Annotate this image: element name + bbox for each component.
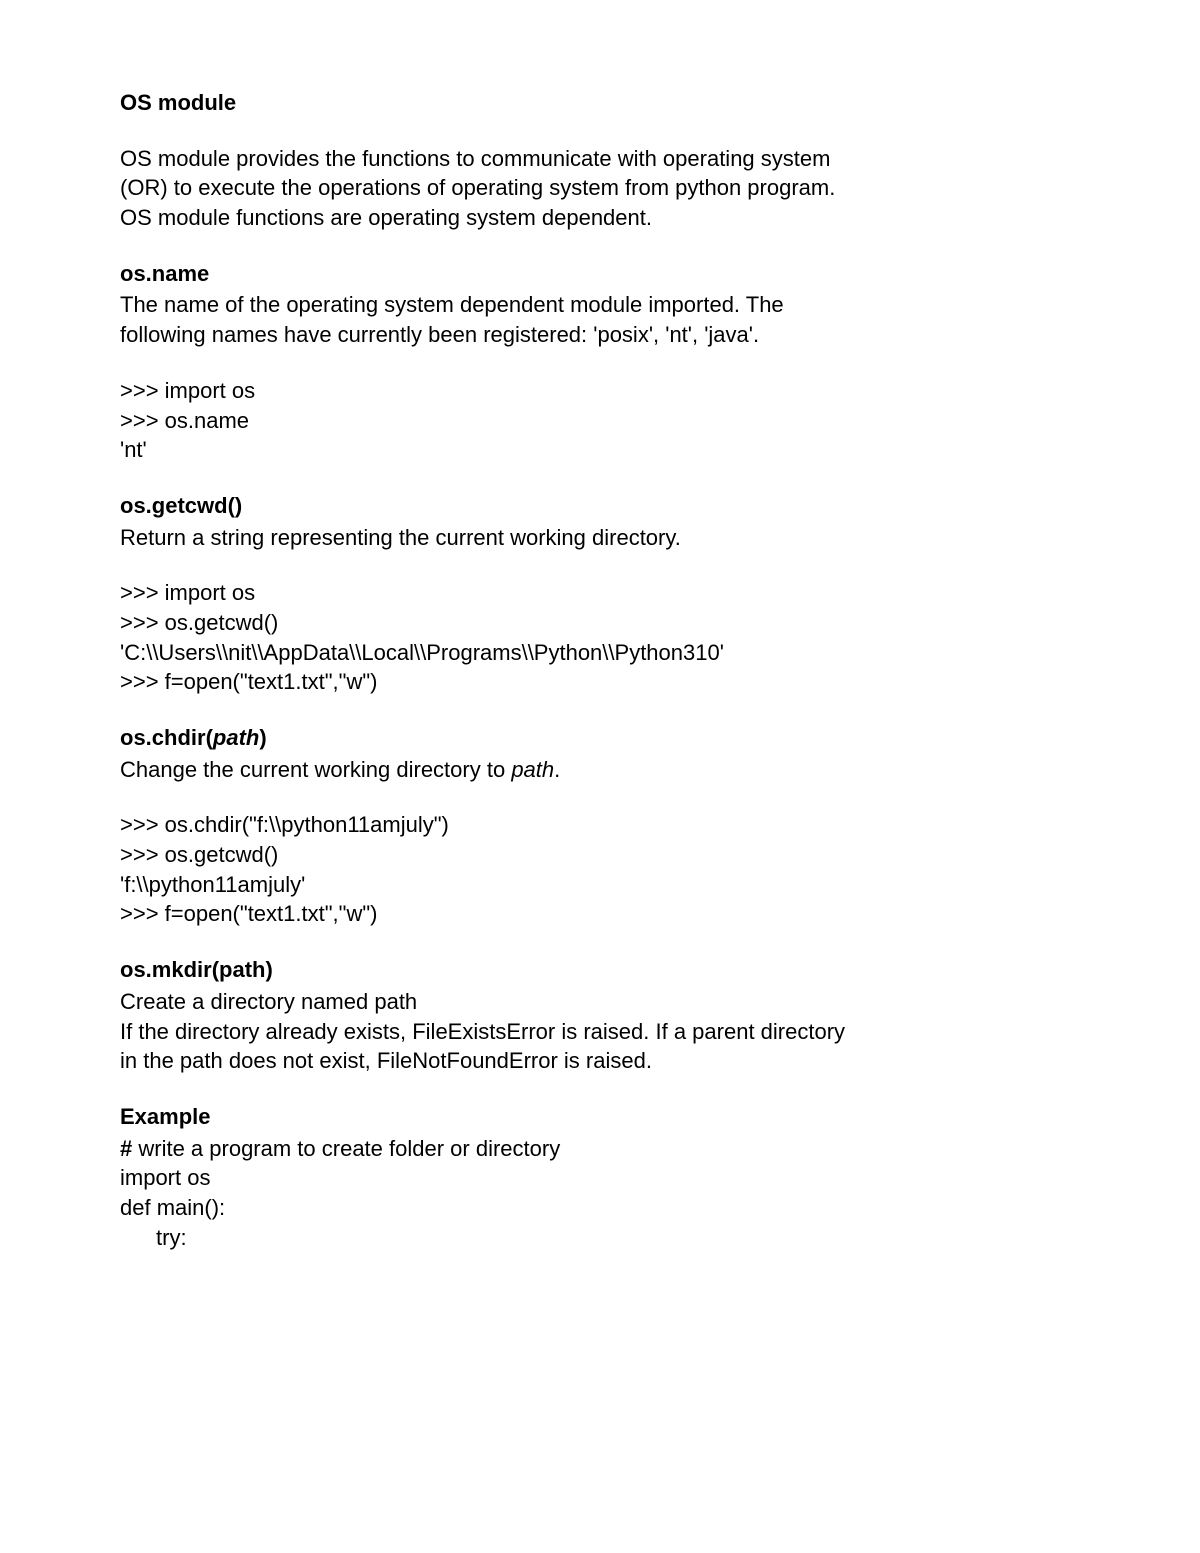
desc-line: Create a directory named path [120,987,1080,1017]
section-getcwd: os.getcwd() Return a string representing… [120,491,1080,552]
code-line: 'f:\\python11amjuly' [120,870,1080,900]
code-line: 'C:\\Users\\nit\\AppData\\Local\\Program… [120,638,1080,668]
code-block-getcwd: >>> import os >>> os.getcwd() 'C:\\Users… [120,578,1080,697]
desc-pre: Change the current working directory to [120,757,511,782]
comment-text: write a program to create folder or dire… [138,1136,560,1161]
code-line: import os [120,1163,1080,1193]
heading-post: ) [259,725,266,750]
section-heading: os.name [120,259,1080,289]
code-line: >>> os.chdir("f:\\python11amjuly") [120,810,1080,840]
section-mkdir: os.mkdir(path) Create a directory named … [120,955,1080,1076]
code-line: >>> import os [120,578,1080,608]
heading-pre: os.chdir( [120,725,213,750]
desc-arg: path [511,757,554,782]
code-line: >>> os.name [120,406,1080,436]
code-line: >>> os.getcwd() [120,840,1080,870]
desc-line: The name of the operating system depende… [120,290,1080,320]
section-os-name: os.name The name of the operating system… [120,259,1080,350]
code-line: try: [120,1223,1080,1253]
code-line: >>> f=open("text1.txt","w") [120,667,1080,697]
code-line: >>> import os [120,376,1080,406]
intro-paragraph: OS module provides the functions to comm… [120,144,1080,233]
intro-line: OS module functions are operating system… [120,203,1080,233]
code-block-chdir: >>> os.chdir("f:\\python11amjuly") >>> o… [120,810,1080,929]
document-page: OS module OS module provides the functio… [0,0,1200,1553]
desc-line: Return a string representing the current… [120,523,1080,553]
section-heading: Example [120,1102,1080,1132]
section-chdir: os.chdir(path) Change the current workin… [120,723,1080,784]
desc-line: If the directory already exists, FileExi… [120,1017,1080,1047]
code-block-osname: >>> import os >>> os.name 'nt' [120,376,1080,465]
desc-post: . [554,757,560,782]
intro-line: OS module provides the functions to comm… [120,144,1080,174]
desc-line: Change the current working directory to … [120,755,1080,785]
section-heading: os.mkdir(path) [120,955,1080,985]
code-line: 'nt' [120,435,1080,465]
code-line: >>> os.getcwd() [120,608,1080,638]
intro-line: (OR) to execute the operations of operat… [120,173,1080,203]
comment-hash: # [120,1136,138,1161]
section-heading: os.getcwd() [120,491,1080,521]
page-title: OS module [120,90,236,115]
code-line: def main(): [120,1193,1080,1223]
section-example: Example # write a program to create fold… [120,1102,1080,1252]
section-heading: os.chdir(path) [120,723,1080,753]
desc-line: following names have currently been regi… [120,320,1080,350]
page-title-block: OS module [120,88,1080,118]
code-line: # write a program to create folder or di… [120,1134,1080,1164]
desc-line: in the path does not exist, FileNotFound… [120,1046,1080,1076]
code-line: >>> f=open("text1.txt","w") [120,899,1080,929]
heading-arg: path [213,725,259,750]
